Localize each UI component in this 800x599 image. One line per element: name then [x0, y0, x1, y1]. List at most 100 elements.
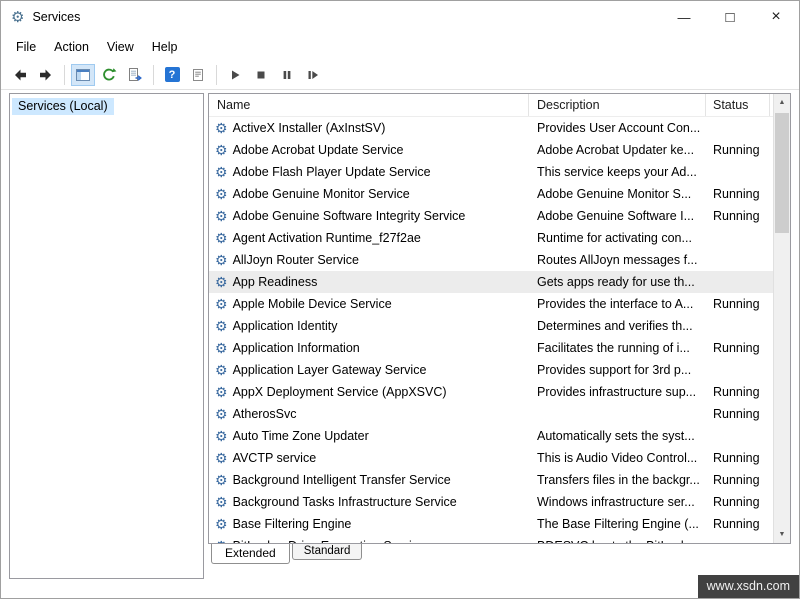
scroll-down-icon[interactable]: ▼ [774, 526, 790, 543]
service-status: Running [706, 451, 770, 465]
table-row[interactable]: ⚙ Background Intelligent Transfer Servic… [209, 469, 773, 491]
service-name: Background Tasks Infrastructure Service [233, 495, 457, 509]
service-gear-icon: ⚙ [215, 363, 228, 377]
service-gear-icon: ⚙ [215, 209, 228, 223]
refresh-button[interactable] [97, 64, 121, 86]
stop-service-icon [253, 67, 269, 83]
table-row[interactable]: ⚙ AtherosSvc Running [209, 403, 773, 425]
maximize-button[interactable]: □ [707, 1, 753, 33]
scroll-up-icon[interactable]: ▲ [774, 94, 790, 111]
service-description: Provides support for 3rd p... [529, 363, 706, 377]
menu-file[interactable]: File [7, 40, 45, 54]
table-row[interactable]: ⚙ AVCTP service This is Audio Video Cont… [209, 447, 773, 469]
tab-extended[interactable]: Extended [211, 544, 290, 564]
service-name: Auto Time Zone Updater [233, 429, 369, 443]
table-row[interactable]: ⚙ Base Filtering Engine The Base Filteri… [209, 513, 773, 535]
column-header-status[interactable]: Status [706, 94, 770, 116]
service-status: Running [706, 407, 770, 421]
show-hide-console-tree-button[interactable] [71, 64, 95, 86]
table-row[interactable]: ⚙ Adobe Genuine Monitor Service Adobe Ge… [209, 183, 773, 205]
service-name: Adobe Acrobat Update Service [233, 143, 404, 157]
service-description: Provides User Account Con... [529, 121, 706, 135]
service-status: Running [706, 209, 770, 223]
service-gear-icon: ⚙ [215, 231, 228, 245]
properties-button[interactable] [186, 64, 210, 86]
table-row[interactable]: ⚙ Adobe Genuine Software Integrity Servi… [209, 205, 773, 227]
service-description: This is Audio Video Control... [529, 451, 706, 465]
service-gear-icon: ⚙ [215, 473, 228, 487]
minimize-button[interactable]: — [661, 1, 707, 33]
service-name: Background Intelligent Transfer Service [233, 473, 451, 487]
service-description: Determines and verifies th... [529, 319, 706, 333]
table-row[interactable]: ⚙ Application Information Facilitates th… [209, 337, 773, 359]
column-headers: Name Description Status [209, 94, 773, 117]
start-service-button[interactable] [223, 64, 247, 86]
service-gear-icon: ⚙ [215, 297, 228, 311]
service-gear-icon: ⚙ [215, 517, 228, 531]
pause-service-button[interactable] [275, 64, 299, 86]
service-description: The Base Filtering Engine (... [529, 517, 706, 531]
table-row[interactable]: ⚙ Application Layer Gateway Service Prov… [209, 359, 773, 381]
service-name: Adobe Genuine Monitor Service [233, 187, 410, 201]
table-row[interactable]: ⚙ App Readiness Gets apps ready for use … [209, 271, 773, 293]
restart-service-icon [305, 67, 321, 83]
table-row[interactable]: ⚙ AllJoyn Router Service Routes AllJoyn … [209, 249, 773, 271]
forward-button[interactable] [34, 64, 58, 86]
window-controls: — □ × [661, 1, 799, 33]
help-icon: ? [165, 67, 180, 82]
restart-service-button[interactable] [301, 64, 325, 86]
service-gear-icon: ⚙ [215, 187, 228, 201]
column-header-description[interactable]: Description [529, 94, 706, 116]
stop-service-button[interactable] [249, 64, 273, 86]
window-title: Services [32, 10, 80, 24]
refresh-icon [101, 67, 117, 83]
help-button[interactable]: ? [160, 64, 184, 86]
table-row[interactable]: ⚙ ActiveX Installer (AxInstSV) Provides … [209, 117, 773, 139]
close-button[interactable]: × [753, 1, 799, 33]
scrollbar-thumb[interactable] [775, 113, 789, 233]
service-status: Running [706, 385, 770, 399]
tab-standard[interactable]: Standard [292, 544, 363, 560]
table-row[interactable]: ⚙ Apple Mobile Device Service Provides t… [209, 293, 773, 315]
table-row[interactable]: ⚙ Adobe Acrobat Update Service Adobe Acr… [209, 139, 773, 161]
table-row[interactable]: ⚙ Adobe Flash Player Update Service This… [209, 161, 773, 183]
table-row[interactable]: ⚙ AppX Deployment Service (AppXSVC) Prov… [209, 381, 773, 403]
service-description: Provides the interface to A... [529, 297, 706, 311]
service-name: App Readiness [233, 275, 318, 289]
service-name: AllJoyn Router Service [233, 253, 359, 267]
column-header-name[interactable]: Name [209, 94, 529, 116]
menu-help[interactable]: Help [143, 40, 187, 54]
toolbar-separator [216, 65, 217, 85]
service-description: This service keeps your Ad... [529, 165, 706, 179]
services-list: Name Description Status ⚙ ActiveX Instal… [208, 93, 791, 544]
pause-service-icon [279, 67, 295, 83]
service-name: AtherosSvc [233, 407, 297, 421]
services-list-pane: Name Description Status ⚙ ActiveX Instal… [208, 93, 791, 579]
service-description: Facilitates the running of i... [529, 341, 706, 355]
service-gear-icon: ⚙ [215, 165, 228, 179]
service-gear-icon: ⚙ [215, 495, 228, 509]
services-window: { "window": { "title": "Services", "cont… [0, 0, 800, 599]
table-row[interactable]: ⚙ Background Tasks Infrastructure Servic… [209, 491, 773, 513]
service-gear-icon: ⚙ [215, 385, 228, 399]
table-row[interactable]: ⚙ Agent Activation Runtime_f27f2ae Runti… [209, 227, 773, 249]
service-gear-icon: ⚙ [215, 341, 228, 355]
service-description: Adobe Acrobat Updater ke... [529, 143, 706, 157]
menu-action[interactable]: Action [45, 40, 98, 54]
toolbar-separator [64, 65, 65, 85]
back-button[interactable] [8, 64, 32, 86]
menu-view[interactable]: View [98, 40, 143, 54]
service-status: Running [706, 473, 770, 487]
watermark: www.xsdn.com [698, 575, 799, 598]
service-status: Running [706, 517, 770, 531]
service-description: Adobe Genuine Software I... [529, 209, 706, 223]
table-row[interactable]: ⚙ BitLocker Drive Encryption Service BDE… [209, 535, 773, 544]
title-bar: ⚙ Services — □ × [1, 1, 799, 33]
table-row[interactable]: ⚙ Application Identity Determines and ve… [209, 315, 773, 337]
service-gear-icon: ⚙ [215, 275, 228, 289]
export-list-button[interactable] [123, 64, 147, 86]
vertical-scrollbar[interactable]: ▲ ▼ [773, 94, 790, 543]
tree-item-services-local[interactable]: Services (Local) [12, 98, 114, 115]
table-row[interactable]: ⚙ Auto Time Zone Updater Automatically s… [209, 425, 773, 447]
services-app-icon: ⚙ [11, 10, 24, 25]
